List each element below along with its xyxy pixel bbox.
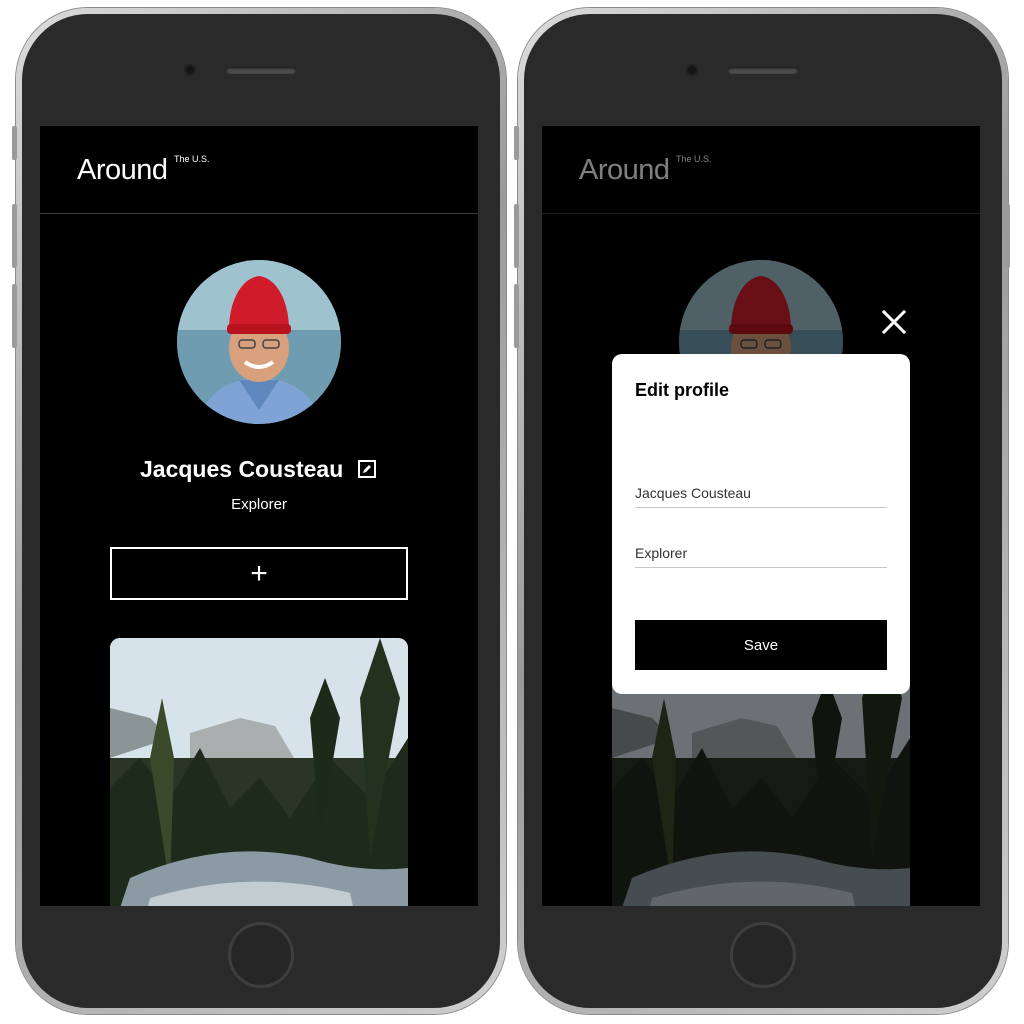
earpiece-speaker (728, 67, 798, 74)
phone-frame-right: Around The U.S. (514, 8, 1010, 1014)
mute-switch (514, 126, 519, 160)
app-screen: Around The U.S. Jacques Cousteau Explore… (40, 126, 478, 906)
logo-text: Around (77, 154, 168, 186)
mute-switch (12, 126, 17, 160)
avatar[interactable] (177, 260, 341, 424)
page-header: Around The U.S. (40, 126, 478, 214)
phone-body: Around The U.S. Jacques Cousteau Explore… (22, 14, 500, 1008)
front-camera (184, 64, 196, 76)
phone-body: Around The U.S. (524, 14, 1002, 1008)
volume-up-button (514, 204, 519, 268)
volume-down-button (12, 284, 17, 348)
front-camera (686, 64, 698, 76)
add-card-button[interactable]: + (110, 547, 408, 600)
home-button (730, 922, 796, 988)
close-modal-button[interactable] (880, 308, 908, 336)
earpiece-speaker (226, 67, 296, 74)
about-input[interactable] (635, 538, 887, 568)
volume-down-button (514, 284, 519, 348)
plus-icon: + (250, 557, 268, 590)
profile-name: Jacques Cousteau (140, 456, 344, 482)
app-screen: Around The U.S. (542, 126, 980, 906)
power-button (1005, 204, 1010, 268)
pencil-icon (363, 465, 371, 473)
profile-about: Explorer (231, 496, 287, 513)
close-icon (881, 309, 907, 335)
modal-title: Edit profile (635, 380, 729, 400)
phone-frame-left: Around The U.S. Jacques Cousteau Explore… (12, 8, 506, 1014)
save-button[interactable]: Save (635, 620, 887, 670)
avatar-photo (177, 260, 341, 424)
home-button (228, 922, 294, 988)
name-input[interactable] (635, 478, 887, 508)
place-image (110, 638, 408, 906)
logo-superscript: The U.S. (174, 154, 210, 164)
place-card[interactable] (110, 638, 408, 906)
edit-profile-button[interactable] (358, 460, 376, 478)
volume-up-button (12, 204, 17, 268)
edit-profile-modal: Edit profile Save (612, 354, 910, 694)
